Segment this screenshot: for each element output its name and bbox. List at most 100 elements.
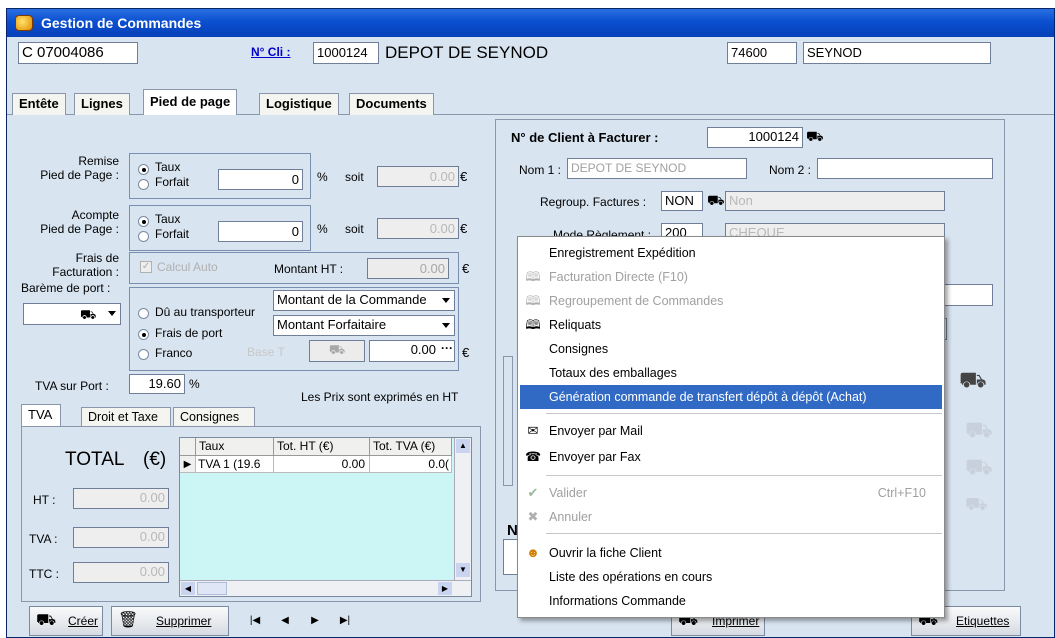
prev-record-button[interactable]: ◀ bbox=[273, 609, 297, 633]
menu-item-envoyer-fax[interactable]: ☎ Envoyer par Fax bbox=[518, 445, 944, 469]
scroll-thumb[interactable] bbox=[197, 582, 227, 595]
grid-cell-tot-tva[interactable]: 0.0( bbox=[370, 456, 452, 473]
facturer-label: N° de Client à Facturer : bbox=[511, 130, 659, 145]
grid-vscrollbar[interactable]: ▲ ▼ bbox=[454, 438, 471, 580]
port-franco-radio[interactable] bbox=[138, 349, 149, 360]
remise-taux-radio[interactable] bbox=[138, 164, 149, 175]
bareme-select[interactable]: ⛟ bbox=[23, 303, 121, 325]
tva-grid[interactable]: Taux Tot. HT (€) Tot. TVA (€) ▶ TVA 1 (1… bbox=[179, 437, 472, 597]
grid-header-tot-ht[interactable]: Tot. HT (€) bbox=[274, 438, 370, 456]
tab-entete[interactable]: Entête bbox=[12, 93, 66, 115]
first-record-button[interactable]: |◀ bbox=[243, 609, 267, 633]
port-calc-select[interactable]: Montant de la Commande bbox=[273, 290, 455, 311]
remise-soit: soit bbox=[345, 170, 364, 184]
last-record-button[interactable]: ▶| bbox=[333, 609, 357, 633]
montant-ht-label: Montant HT : bbox=[274, 262, 344, 276]
truck-icon[interactable]: ⛟ bbox=[959, 367, 987, 396]
city-field[interactable]: SEYNOD bbox=[803, 42, 991, 64]
window-title: Gestion de Commandes bbox=[41, 15, 202, 31]
total-currency: (€) bbox=[143, 449, 167, 470]
check-icon: ✔ bbox=[527, 485, 539, 500]
nom2-field[interactable] bbox=[817, 158, 993, 179]
acompte-currency: € bbox=[460, 221, 468, 236]
base-label: Base T bbox=[247, 345, 285, 359]
acompte-value-input[interactable]: 0 bbox=[218, 221, 303, 242]
acompte-label: Acompte Pied de Page : bbox=[40, 208, 119, 236]
port-amount-value: 0.00 bbox=[410, 342, 436, 357]
menu-item-regroupement[interactable]: 🕮 Regroupement de Commandes bbox=[518, 289, 944, 313]
subtab-consignes[interactable]: Consignes bbox=[173, 407, 255, 427]
nom2-label: Nom 2 : bbox=[769, 163, 812, 177]
create-icon: ⛟ bbox=[36, 612, 57, 629]
client-name: DEPOT DE SEYNOD bbox=[385, 43, 549, 62]
menu-item-totaux-emballages[interactable]: Totaux des emballages bbox=[518, 361, 944, 385]
menu-item-valider[interactable]: ✔ Valider Ctrl+F10 bbox=[518, 481, 944, 505]
remise-forfait-radio[interactable] bbox=[138, 179, 149, 190]
acompte-forfait-radio[interactable] bbox=[138, 231, 149, 242]
menu-item-facturation-directe[interactable]: 🕮 Facturation Directe (F10) bbox=[518, 265, 944, 289]
tab-logistique[interactable]: Logistique bbox=[259, 93, 339, 115]
menu-item-label: Génération commande de transfert dépôt à… bbox=[549, 390, 867, 404]
menu-item-annuler[interactable]: ✖ Annuler bbox=[518, 505, 944, 529]
scroll-up-icon[interactable]: ▲ bbox=[456, 439, 470, 453]
nom1-field[interactable]: DEPOT DE SEYNOD bbox=[567, 158, 747, 179]
tab-lignes[interactable]: Lignes bbox=[74, 93, 130, 115]
facturer-client-field[interactable]: 1000124 bbox=[707, 127, 803, 148]
tab-label: Documents bbox=[356, 96, 427, 111]
subtab-label: Consignes bbox=[180, 410, 240, 424]
client-number-field[interactable]: 1000124 bbox=[313, 42, 379, 64]
tab-label: Pied de page bbox=[150, 94, 231, 109]
scroll-left-icon[interactable]: ◀ bbox=[181, 582, 195, 595]
client-number-link[interactable]: N° Cli : bbox=[251, 45, 290, 59]
ellipsis-button[interactable]: ··· bbox=[441, 341, 453, 355]
grid-hscrollbar[interactable]: ◀ ▶ bbox=[180, 580, 471, 596]
menu-item-label: Consignes bbox=[549, 342, 609, 356]
subtab-droit-taxe[interactable]: Droit et Taxe bbox=[81, 407, 171, 427]
remise-value-input[interactable]: 0 bbox=[218, 169, 303, 190]
tab-pied-de-page[interactable]: Pied de page bbox=[143, 89, 238, 115]
port-du-radio[interactable] bbox=[138, 308, 149, 319]
port-frais-radio[interactable] bbox=[138, 329, 149, 340]
menu-item-label: Facturation Directe (F10) bbox=[549, 270, 688, 284]
order-number-field[interactable]: C 07004086 bbox=[18, 42, 138, 64]
regroup-field[interactable]: NON bbox=[661, 191, 703, 211]
grid-header-tot-tva[interactable]: Tot. TVA (€) bbox=[370, 438, 452, 456]
next-record-button[interactable]: ▶ bbox=[303, 609, 327, 633]
title-bar[interactable]: Gestion de Commandes bbox=[7, 9, 1054, 37]
menu-item-envoyer-mail[interactable]: ✉ Envoyer par Mail bbox=[518, 419, 944, 443]
delete-button[interactable]: 🗑 Supprimer bbox=[111, 606, 229, 636]
postal-code-field[interactable]: 74600 bbox=[727, 42, 797, 64]
menu-item-label: Liste des opérations en cours bbox=[549, 570, 713, 584]
truck-icon[interactable]: ⛟ bbox=[806, 128, 824, 147]
tab-documents[interactable]: Documents bbox=[349, 93, 434, 115]
menu-item-label: Totaux des emballages bbox=[549, 366, 677, 380]
subtab-tva[interactable]: TVA bbox=[21, 404, 61, 426]
ht-value: 0.00 bbox=[73, 488, 169, 509]
menu-item-consignes[interactable]: Consignes bbox=[518, 337, 944, 361]
labels-label: Etiquettes bbox=[956, 614, 1010, 628]
menu-item-generation-transfert[interactable]: Génération commande de transfert dépôt à… bbox=[520, 385, 942, 409]
app-icon bbox=[15, 15, 33, 31]
menu-item-ouvrir-fiche-client[interactable]: ☻ Ouvrir la fiche Client bbox=[518, 541, 944, 565]
create-button[interactable]: ⛟ Créer bbox=[29, 606, 103, 636]
acompte-taux-radio[interactable] bbox=[138, 216, 149, 227]
grid-header-taux[interactable]: Taux bbox=[196, 438, 274, 456]
grid-cell-tot-ht[interactable]: 0.00 bbox=[274, 456, 370, 473]
frais-fact-label: Frais de Facturation : bbox=[52, 251, 119, 279]
port-type-select[interactable]: Montant Forfaitaire bbox=[273, 315, 455, 336]
regroup-desc: Non bbox=[725, 191, 945, 211]
port-frais-label: Frais de port bbox=[155, 326, 223, 340]
scroll-down-icon[interactable]: ▼ bbox=[456, 563, 470, 577]
menu-item-reliquats[interactable]: 🕮 Reliquats bbox=[518, 313, 944, 337]
calcul-auto-checkbox[interactable]: ✓ bbox=[140, 261, 152, 273]
menu-item-enregistrement-expedition[interactable]: Enregistrement Expédition bbox=[518, 241, 944, 265]
truck-icon[interactable]: ⛟ bbox=[707, 192, 725, 211]
tva-port-field[interactable]: 19.60 bbox=[129, 374, 185, 394]
grid-cell-taux[interactable]: TVA 1 (19.6 bbox=[196, 456, 274, 473]
menu-item-informations-commande[interactable]: Informations Commande bbox=[518, 589, 944, 613]
disabled-icon: ⛟ bbox=[965, 417, 993, 442]
scroll-right-icon[interactable]: ▶ bbox=[438, 582, 452, 595]
remise-amount: 0.00 bbox=[377, 166, 459, 187]
menu-item-liste-operations[interactable]: Liste des opérations en cours bbox=[518, 565, 944, 589]
remise-forfait-label: Forfait bbox=[155, 175, 190, 189]
